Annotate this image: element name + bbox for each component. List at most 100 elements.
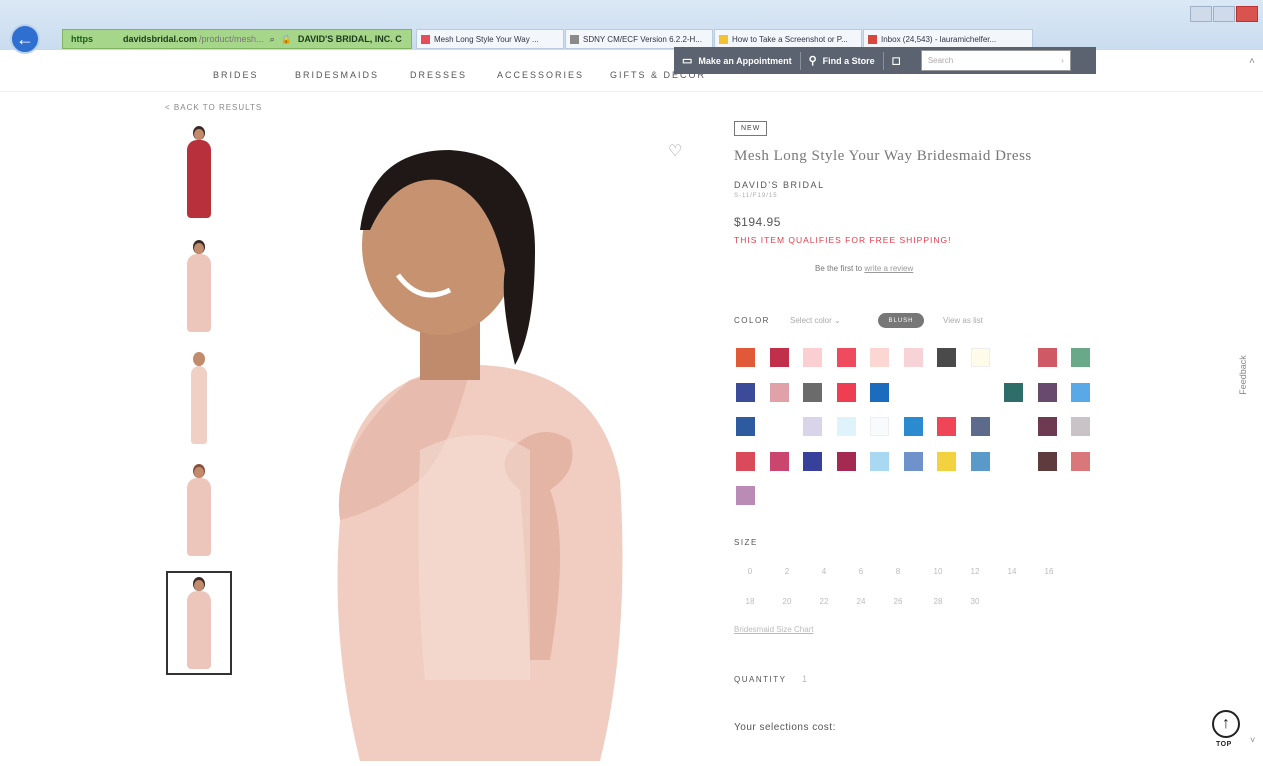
selected-color-pill[interactable]: BLUSH [878,313,924,328]
color-swatch[interactable] [769,348,789,367]
color-swatch[interactable] [736,348,755,367]
color-swatch[interactable] [903,451,923,471]
thumbnail-3[interactable] [166,348,232,448]
color-swatch[interactable] [736,486,755,505]
color-select[interactable]: Select color ⌄ [790,316,841,325]
minimize-icon[interactable] [1190,6,1212,22]
color-swatch[interactable] [970,451,990,471]
quantity-input[interactable]: 1 [802,674,807,684]
address-bar[interactable]: https davidsbridal.com /product/mesh... … [62,29,412,49]
color-swatch[interactable] [736,417,755,436]
nav-dresses[interactable]: DRESSES [410,70,467,80]
color-swatch[interactable] [736,382,755,402]
size-chart-link[interactable]: Bridesmaid Size Chart [734,625,814,634]
color-swatch[interactable] [870,417,889,436]
color-swatch[interactable] [937,417,956,436]
maximize-icon[interactable] [1213,6,1235,22]
find-store-button[interactable]: ⚲ Find a Store [801,47,883,74]
heart-icon[interactable]: ♡ [668,141,682,161]
browser-tab-1[interactable]: Mesh Long Style Your Way ... [416,29,564,49]
color-label: COLOR [734,316,770,325]
back-to-top-button[interactable]: ↑ [1212,710,1240,738]
nav-brides[interactable]: BRIDES [213,70,259,80]
size-option[interactable]: 8 [888,567,908,576]
color-swatch[interactable] [836,417,856,436]
color-swatch[interactable] [1037,417,1057,436]
close-icon[interactable] [1236,6,1258,22]
color-swatch[interactable] [903,417,923,436]
color-swatch[interactable] [836,382,856,402]
thumbnail-figure [179,352,219,444]
scroll-up-icon[interactable]: ˄ [1249,56,1255,67]
size-option[interactable]: 0 [740,567,760,576]
thumbnail-4[interactable] [166,460,232,560]
size-option[interactable]: 28 [928,597,948,606]
color-swatch[interactable] [937,451,956,471]
color-swatch[interactable] [1037,451,1057,471]
color-swatch[interactable] [1071,382,1090,402]
size-option[interactable]: 10 [928,567,948,576]
size-option[interactable]: 24 [851,597,871,606]
thumbnail-2[interactable] [166,236,232,336]
shopping-bag-button[interactable]: ◻ [884,47,915,74]
size-option[interactable]: 26 [888,597,908,606]
color-swatch[interactable] [870,382,889,402]
color-swatch[interactable] [836,348,856,367]
view-as-list-link[interactable]: View as list [943,316,983,325]
chevron-right-icon[interactable]: › [1061,56,1064,65]
nav-accessories[interactable]: ACCESSORIES [497,70,584,80]
color-swatch[interactable] [970,417,990,436]
color-swatch[interactable] [1071,348,1090,367]
color-swatch[interactable] [803,451,822,471]
thumbnail-figure [179,464,219,556]
color-swatch[interactable] [769,451,789,471]
color-swatch[interactable] [736,451,755,471]
size-option[interactable]: 4 [814,567,834,576]
color-swatch[interactable] [870,348,889,367]
feedback-tab[interactable]: Feedback [1231,340,1255,410]
browser-tab-4[interactable]: Inbox (24,543) - lauramichelfer... [863,29,1033,49]
back-to-results-link[interactable]: < BACK TO RESULTS [165,103,262,112]
color-swatch[interactable] [1071,451,1090,471]
size-option[interactable]: 22 [814,597,834,606]
color-swatch[interactable] [803,417,822,436]
make-appointment-button[interactable]: ▭ Make an Appointment [674,47,800,74]
color-swatch[interactable] [1071,417,1090,436]
color-swatch[interactable] [870,451,889,471]
size-option[interactable]: 12 [965,567,985,576]
location-pin-icon: ⚲ [808,55,817,67]
color-swatch[interactable] [1037,348,1057,367]
tab-label: Mesh Long Style Your Way ... [434,34,539,44]
appointment-label: Make an Appointment [698,55,792,66]
color-swatch[interactable] [803,348,822,367]
browser-tab-2[interactable]: SDNY CM/ECF Version 6.2.2-H... [565,29,713,49]
product-brand: DAVID'S BRIDAL [734,180,825,190]
write-review-link[interactable]: write a review [864,264,913,273]
color-swatch[interactable] [937,348,956,367]
size-option[interactable]: 16 [1039,567,1059,576]
thumbnail-5-selected[interactable] [166,571,232,675]
review-prefix: Be the first to [815,264,863,273]
size-option[interactable]: 6 [851,567,871,576]
color-swatch[interactable] [769,382,789,402]
browser-tab-3[interactable]: How to Take a Screenshot or P... [714,29,862,49]
size-option[interactable]: 20 [777,597,797,606]
size-option[interactable]: 30 [965,597,985,606]
size-option[interactable]: 14 [1002,567,1022,576]
scroll-down-icon[interactable]: ˅ [1250,735,1255,745]
color-swatch[interactable] [803,382,822,402]
size-option[interactable]: 18 [740,597,760,606]
color-swatch[interactable] [1037,382,1057,402]
nav-bridesmaids[interactable]: BRIDESMAIDS [295,70,379,80]
color-swatch[interactable] [1004,382,1023,402]
arrow-up-icon: ↑ [1222,715,1230,732]
search-input[interactable]: Search › [920,50,1071,71]
chevron-down-icon: ⌄ [834,316,841,325]
color-swatch[interactable] [970,348,990,367]
search-icon[interactable]: ⌕ [270,34,275,45]
thumbnail-1[interactable] [166,122,232,222]
color-swatch[interactable] [903,348,923,367]
color-swatch[interactable] [836,451,856,471]
size-option[interactable]: 2 [777,567,797,576]
address-host: davidsbridal.com [123,34,198,44]
